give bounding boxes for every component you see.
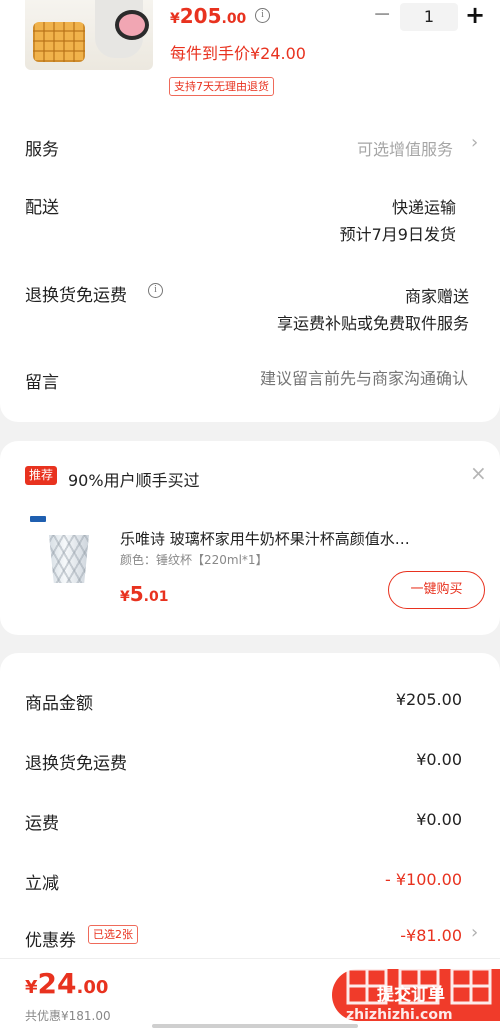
rec-price-decimal: .01 <box>143 589 169 605</box>
total-decimal: .00 <box>76 977 109 998</box>
brand-logo-icon <box>30 516 46 522</box>
service-label: 服务 <box>25 140 59 160</box>
coupon-label: 优惠券 <box>25 931 76 951</box>
message-label: 留言 <box>25 373 59 393</box>
goods-amount-label: 商品金额 <box>25 694 93 714</box>
watermark-logo: zhizhizhi.com <box>338 963 500 1028</box>
discount-value: - ¥100.00 <box>384 870 462 889</box>
home-indicator[interactable] <box>152 1024 358 1028</box>
coupon-selected-tag[interactable]: 已选2张 <box>88 925 138 944</box>
recommend-card: 推荐 90%用户顺手买过 × 乐唯诗 玻璃杯家用牛奶杯果汁杯高颜值水… 颜色：锤… <box>0 441 500 635</box>
waffle-image <box>33 22 85 62</box>
quantity-input[interactable]: 1 <box>400 3 458 31</box>
per-item-price: 每件到手价¥24.00 <box>170 44 306 63</box>
close-icon[interactable]: × <box>470 461 487 485</box>
coupon-value[interactable]: -¥81.00 <box>400 926 462 945</box>
recommend-product-spec: 颜色：锤纹杯【220ml*1】 <box>120 553 268 567</box>
price-info-icon[interactable]: i <box>255 8 270 23</box>
price-integer: 205 <box>179 4 222 28</box>
total-integer: 24 <box>37 967 77 1000</box>
shipping-label: 运费 <box>25 814 59 834</box>
order-details-card: ¥205.00 i 每件到手价¥24.00 支持7天无理由退货 − 1 + 服务… <box>0 0 500 422</box>
service-chevron-icon[interactable]: › <box>471 132 478 153</box>
return-freight-sum-label: 退换货免运费 <box>25 754 127 774</box>
return-freight-info-icon[interactable]: i <box>148 283 163 298</box>
glass-image <box>49 535 89 583</box>
rec-price-currency: ¥ <box>120 589 130 605</box>
checkout-bar: ¥24.00 共优惠¥181.00 提交订单 zhizhizhi.com <box>0 958 500 1028</box>
rec-price-integer: 5 <box>129 582 144 606</box>
discount-label: 立减 <box>25 874 59 894</box>
machine-head-image <box>115 10 149 40</box>
recommend-badge: 推荐 <box>25 466 58 485</box>
return-freight-label: 退换货免运费 <box>25 286 127 306</box>
service-value[interactable]: 可选增值服务 <box>357 136 453 160</box>
return-freight-desc: 享运费补贴或免费取件服务 <box>276 314 469 333</box>
recommend-product-image[interactable] <box>25 509 100 589</box>
total-currency: ¥ <box>25 977 38 998</box>
delivery-date: 预计7月9日发货 <box>339 225 456 244</box>
delivery-label: 配送 <box>25 198 59 218</box>
return-freight-sum-value: ¥0.00 <box>416 750 462 769</box>
coupon-chevron-icon[interactable]: › <box>471 922 478 943</box>
goods-amount-value: ¥205.00 <box>395 690 462 709</box>
watermark-text: zhizhizhi.com <box>346 1007 453 1023</box>
product-image[interactable] <box>25 0 153 70</box>
price-currency: ¥ <box>170 11 180 27</box>
recommend-product-price: ¥5.01 <box>120 582 168 606</box>
recommend-product-name[interactable]: 乐唯诗 玻璃杯家用牛奶杯果汁杯高颜值水… <box>120 528 410 549</box>
total-price: ¥24.00 <box>25 967 108 1000</box>
quantity-minus-button[interactable]: − <box>373 4 391 26</box>
quantity-plus-button[interactable]: + <box>465 3 485 28</box>
watermark-logo-icon <box>346 967 492 1005</box>
recommend-title: 90%用户顺手买过 <box>68 471 200 490</box>
product-price: ¥205.00 <box>170 4 246 28</box>
one-click-buy-button[interactable]: 一键购买 <box>388 571 485 609</box>
shipping-value: ¥0.00 <box>416 810 462 829</box>
total-saved: 共优惠¥181.00 <box>25 1009 111 1023</box>
return-policy-tag: 支持7天无理由退货 <box>169 77 274 96</box>
return-freight-value: 商家赠送 <box>404 287 469 306</box>
price-decimal: .00 <box>221 11 247 27</box>
message-input[interactable] <box>180 365 468 391</box>
delivery-value: 快递运输 <box>391 198 456 217</box>
